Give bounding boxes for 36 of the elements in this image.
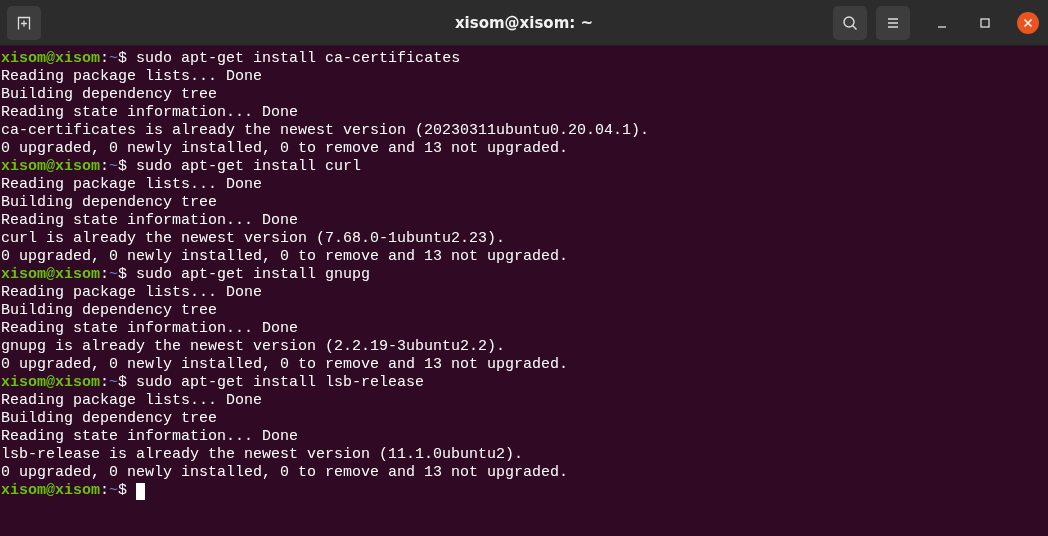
prompt-line: xisom@xisom:~$ sudo apt-get install ca-certificates	[1, 50, 461, 68]
output-line: gnupg is already the newest version (2.2.19-3ubuntu2.2).	[1, 338, 506, 356]
output-line: Reading state information... Done	[1, 104, 299, 122]
output-line: ca-certificates is already the newest version (20230311ubuntu0.20.04.1).	[1, 122, 650, 140]
window-title: xisom@xisom: ~	[454, 13, 594, 32]
menu-button[interactable]	[876, 5, 910, 40]
close-icon	[1023, 17, 1033, 28]
prompt-line: xisom@xisom:~$ sudo apt-get install curl	[1, 158, 362, 176]
output-line: Reading state information... Done	[1, 320, 299, 338]
output-line: Reading state information... Done	[1, 428, 299, 446]
prompt-line: xisom@xisom:~$ sudo apt-get install gnupg	[1, 266, 371, 284]
output-line: Building dependency tree	[1, 86, 218, 104]
output-line: Reading package lists... Done	[1, 284, 263, 302]
prompt-line: xisom@xisom:~$	[1, 482, 128, 500]
output-line: Building dependency tree	[1, 194, 218, 212]
prompt-line: xisom@xisom:~$ sudo apt-get install lsb-release	[1, 374, 425, 392]
new-tab-icon	[16, 14, 32, 31]
output-line: curl is already the newest version (7.68.0-1ubuntu2.23).	[1, 230, 506, 248]
output-line: Reading package lists... Done	[1, 68, 263, 86]
output-line: 0 upgraded, 0 newly installed, 0 to remove and 13 not upgraded.	[1, 356, 569, 374]
output-line: lsb-release is already the newest version (11.1.0ubuntu2).	[1, 446, 524, 464]
minimize-icon	[938, 25, 946, 28]
output-line: 0 upgraded, 0 newly installed, 0 to remove and 13 not upgraded.	[1, 464, 569, 482]
new-tab-button[interactable]	[7, 5, 41, 40]
output-line: Building dependency tree	[1, 302, 218, 320]
output-line: Reading package lists... Done	[1, 392, 263, 410]
search-button[interactable]	[833, 5, 867, 40]
search-icon	[842, 14, 858, 31]
output-line: Reading state information... Done	[1, 212, 299, 230]
menu-icon	[886, 16, 900, 29]
maximize-icon	[980, 17, 990, 28]
output-line: Building dependency tree	[1, 410, 218, 428]
output-line: 0 upgraded, 0 newly installed, 0 to remove and 13 not upgraded.	[1, 248, 569, 266]
output-line: 0 upgraded, 0 newly installed, 0 to remove and 13 not upgraded.	[1, 140, 569, 158]
output-line: Reading package lists... Done	[1, 176, 263, 194]
close-button[interactable]	[1017, 11, 1039, 34]
